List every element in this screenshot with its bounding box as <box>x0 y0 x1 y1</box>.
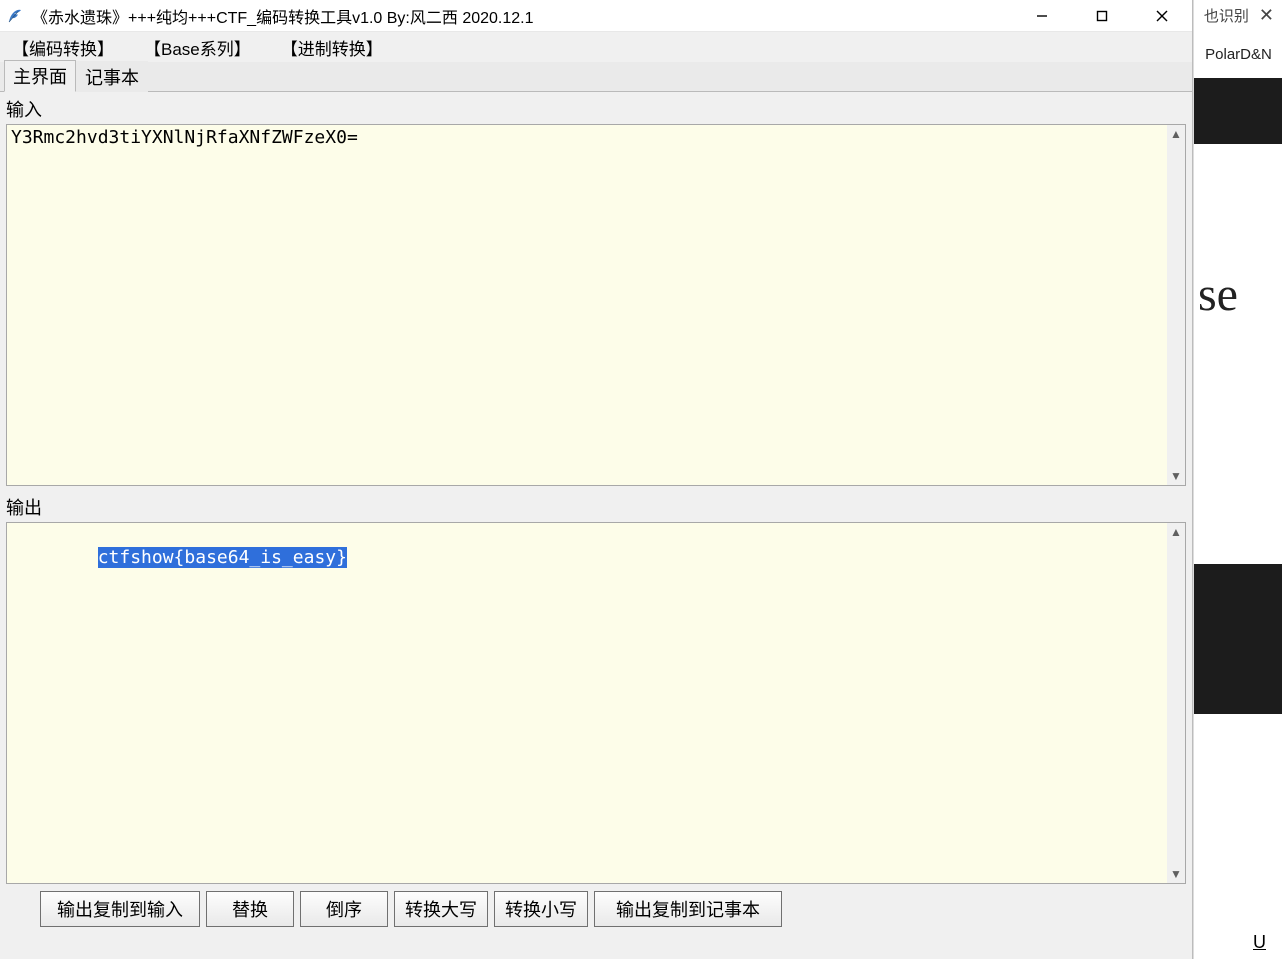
bg-top-text: 也识别 <box>1204 5 1249 26</box>
bg-article-fragment: se <box>1198 267 1238 322</box>
tab-main[interactable]: 主界面 <box>4 60 76 92</box>
tab-notepad[interactable]: 记事本 <box>76 61 148 92</box>
menu-encoding-convert[interactable]: 【编码转换】 <box>4 33 122 62</box>
bg-browser-tab: PolarD&N <box>1194 30 1282 78</box>
input-scrollbar[interactable]: ▲ ▼ <box>1167 125 1185 485</box>
to-upper-button[interactable]: 转换大写 <box>394 891 488 927</box>
output-scrollbar[interactable]: ▲ ▼ <box>1167 523 1185 883</box>
bg-article-area: se <box>1194 144 1282 444</box>
minimize-button[interactable] <box>1012 0 1072 32</box>
input-textarea[interactable] <box>7 125 1167 485</box>
bg-dark-strip <box>1194 78 1282 144</box>
scroll-up-icon[interactable]: ▲ <box>1167 125 1185 143</box>
bg-dark-strip-2 <box>1194 564 1282 714</box>
menubar: 【编码转换】 【Base系列】 【进制转换】 <box>0 32 1192 62</box>
copy-output-to-notepad-button[interactable]: 输出复制到记事本 <box>594 891 782 927</box>
app-feather-icon <box>6 7 24 25</box>
app-window: 《赤水遗珠》+++纯均+++CTF_编码转换工具v1.0 By:风二西 2020… <box>0 0 1193 959</box>
menu-radix-convert[interactable]: 【进制转换】 <box>273 33 391 62</box>
output-selected-text: ctfshow{base64_is_easy} <box>98 547 347 568</box>
reverse-button[interactable]: 倒序 <box>300 891 388 927</box>
scroll-down-icon[interactable]: ▼ <box>1167 865 1185 883</box>
button-bar: 输出复制到输入 替换 倒序 转换大写 转换小写 输出复制到记事本 <box>0 888 1192 930</box>
titlebar: 《赤水遗珠》+++纯均+++CTF_编码转换工具v1.0 By:风二西 2020… <box>0 0 1192 32</box>
copy-output-to-input-button[interactable]: 输出复制到输入 <box>40 891 200 927</box>
bg-underline-u: U <box>1247 926 1272 959</box>
window-title: 《赤水遗珠》+++纯均+++CTF_编码转换工具v1.0 By:风二西 2020… <box>32 4 534 28</box>
output-textarea[interactable]: ctfshow{base64_is_easy} <box>7 523 1167 883</box>
close-button[interactable] <box>1132 0 1192 32</box>
to-lower-button[interactable]: 转换小写 <box>494 891 588 927</box>
tab-bar: 主界面 记事本 <box>0 62 1192 92</box>
background-window: 也识别 ✕ PolarD&N se U <box>1193 0 1282 959</box>
output-label: 输出 <box>0 490 1192 522</box>
scroll-up-icon[interactable]: ▲ <box>1167 523 1185 541</box>
input-label: 输入 <box>0 92 1192 124</box>
menu-base-series[interactable]: 【Base系列】 <box>136 33 259 62</box>
scroll-down-icon[interactable]: ▼ <box>1167 467 1185 485</box>
replace-button[interactable]: 替换 <box>206 891 294 927</box>
maximize-button[interactable] <box>1072 0 1132 32</box>
bg-close-glyph: ✕ <box>1259 5 1274 26</box>
